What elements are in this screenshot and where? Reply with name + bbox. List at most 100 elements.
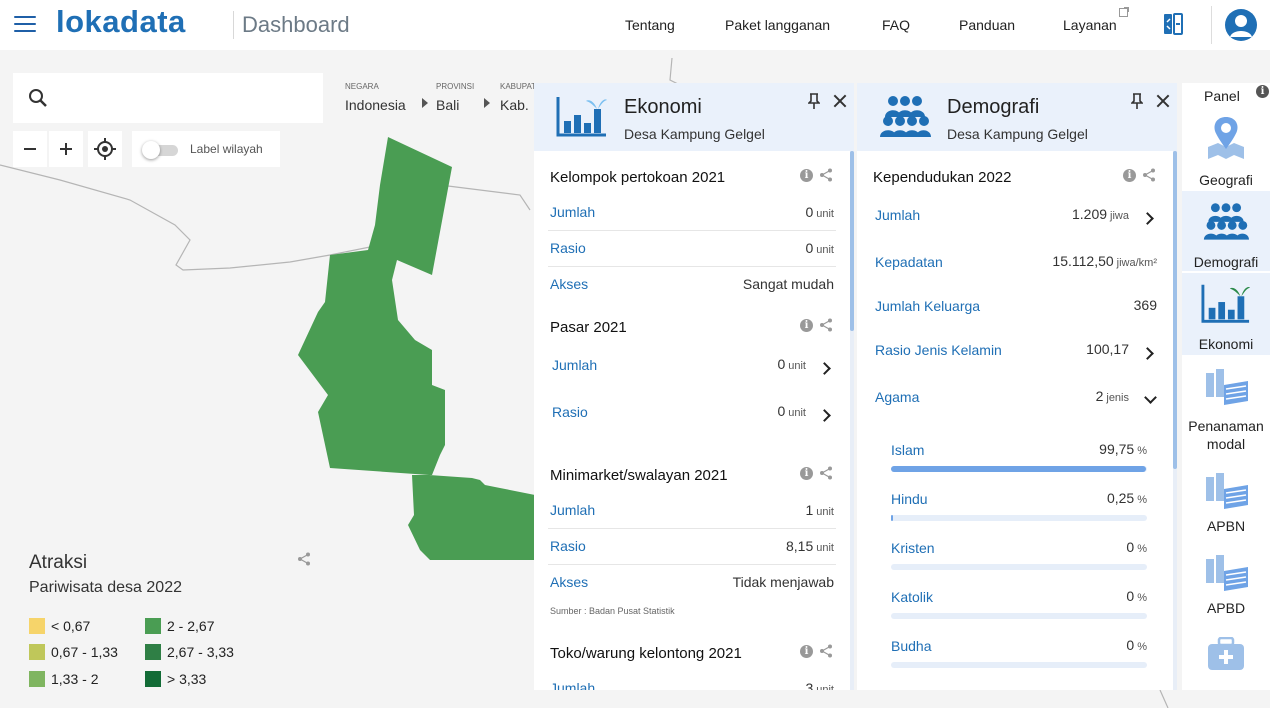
nav-panduan[interactable]: Panduan	[959, 17, 1015, 33]
label-wilayah-toggle[interactable]: Label wilayah	[132, 131, 280, 167]
row-akses[interactable]: Akses	[550, 276, 588, 292]
nav-faq[interactable]: FAQ	[882, 17, 910, 33]
info-icon[interactable]: i	[800, 467, 813, 480]
search-icon	[29, 89, 47, 107]
divider	[548, 266, 836, 267]
panel-header: Demografi Desa Kampung Gelgel	[857, 83, 1177, 151]
rail-item-apbd[interactable]: APBD	[1182, 547, 1270, 623]
rail-item-apbn[interactable]: APBN	[1182, 465, 1270, 539]
legend-swatch	[29, 618, 45, 634]
agama-label: Kristen	[891, 540, 935, 556]
row-value: 0 unit	[777, 403, 806, 419]
row-rasio-jenis-kelamin[interactable]: Rasio Jenis Kelamin	[875, 342, 1002, 358]
nav-paket-langganan[interactable]: Paket langganan	[725, 17, 830, 33]
info-icon[interactable]: i	[1256, 85, 1269, 98]
logo[interactable]: lokadata	[56, 4, 186, 40]
rail-label: Demografi	[1193, 254, 1259, 270]
row-rasio[interactable]: Rasio	[550, 240, 586, 256]
progress-bar	[891, 466, 1147, 472]
rail-item-penanaman-modal[interactable]: Penanaman modal	[1182, 361, 1270, 457]
info-icon[interactable]: i	[800, 319, 813, 332]
crosshair-icon	[94, 138, 116, 160]
share-icon[interactable]	[819, 466, 833, 480]
row-value: 3 unit	[805, 680, 834, 690]
row-value: 15.112,50 jiwa/km²	[1052, 253, 1157, 269]
rail-item-ekonomi[interactable]: Ekonomi	[1182, 273, 1270, 355]
row-jumlah[interactable]: Jumlah	[550, 680, 595, 690]
rail-item-health[interactable]	[1182, 633, 1270, 673]
row-value: 2 jenis	[1095, 388, 1129, 404]
pin-icon[interactable]	[808, 93, 820, 109]
legend-title: Atraksi	[29, 552, 88, 573]
legend-item: < 0,67	[29, 618, 90, 634]
compare-icon[interactable]	[1163, 12, 1183, 36]
info-icon[interactable]: i	[1123, 169, 1136, 182]
progress-bar	[891, 662, 1147, 668]
legend-item: 2 - 2,67	[145, 618, 214, 634]
rail-label: Ekonomi	[1198, 336, 1254, 352]
scrollbar-thumb[interactable]	[1173, 151, 1177, 469]
row-kepadatan[interactable]: Kepadatan	[875, 254, 943, 270]
agama-label: Budha	[891, 638, 932, 654]
row-value: 1 unit	[805, 502, 834, 518]
menu-icon[interactable]	[14, 16, 36, 34]
agama-label: Katolik	[891, 589, 934, 605]
info-icon[interactable]: i	[800, 169, 813, 182]
rail-item-geografi[interactable]: Geografi	[1182, 109, 1270, 189]
row-value: 0 unit	[805, 240, 834, 256]
row-value: Tidak menjawab	[732, 574, 834, 590]
agama-label: Hindu	[891, 491, 928, 507]
info-icon[interactable]: i	[800, 645, 813, 658]
share-icon[interactable]	[297, 552, 311, 566]
zoom-in-button[interactable]	[49, 131, 83, 167]
legend-swatch	[29, 671, 45, 687]
pin-icon[interactable]	[1131, 93, 1143, 109]
breadcrumb-kabupaten[interactable]: KABUPAT Kab. I	[500, 82, 537, 113]
row-rasio[interactable]: Rasio	[552, 404, 588, 420]
share-icon[interactable]	[819, 318, 833, 332]
row-value: 1.209 jiwa	[1072, 206, 1129, 222]
rail-header: Panel i	[1182, 83, 1270, 107]
share-icon[interactable]	[819, 168, 833, 182]
row-jumlah[interactable]: Jumlah	[550, 204, 595, 220]
chevron-right-icon[interactable]	[818, 362, 831, 375]
rail-item-demografi[interactable]: Demografi	[1182, 191, 1270, 271]
region-polygon[interactable]	[298, 137, 535, 560]
progress-bar	[891, 564, 1147, 570]
row-jumlah[interactable]: Jumlah	[875, 207, 920, 223]
section-title: Pasar 2021	[550, 319, 627, 336]
row-jumlah[interactable]: Jumlah	[550, 502, 595, 518]
share-icon[interactable]	[819, 644, 833, 658]
scrollbar[interactable]	[1173, 151, 1177, 690]
scrollbar-thumb[interactable]	[850, 151, 854, 331]
row-rasio[interactable]: Rasio	[550, 538, 586, 554]
minus-icon	[24, 148, 36, 150]
row-akses[interactable]: Akses	[550, 574, 588, 590]
breadcrumb-negara[interactable]: NEGARA Indonesia	[345, 82, 406, 113]
row-jumlah-keluarga[interactable]: Jumlah Keluarga	[875, 298, 980, 314]
close-icon[interactable]	[1156, 94, 1170, 108]
zoom-out-button[interactable]	[13, 131, 47, 167]
row-jumlah[interactable]: Jumlah	[552, 357, 597, 373]
locate-button[interactable]	[88, 131, 122, 167]
chevron-right-icon[interactable]	[1141, 212, 1154, 225]
divider	[233, 11, 234, 39]
economy-chart-icon	[1201, 284, 1251, 323]
legend-swatch	[145, 618, 161, 634]
nav-layanan[interactable]: Layanan	[1063, 17, 1117, 33]
nav-tentang[interactable]: Tentang	[625, 17, 675, 33]
scrollbar[interactable]	[850, 151, 854, 690]
search-input[interactable]	[58, 82, 313, 114]
close-icon[interactable]	[833, 94, 847, 108]
chevron-down-icon[interactable]	[1144, 391, 1157, 404]
divider	[548, 528, 836, 529]
map-legend: Atraksi Pariwisata desa 2022 < 0,67 0,67…	[29, 552, 319, 687]
chevron-right-icon[interactable]	[1141, 347, 1154, 360]
source-note: Sumber : Badan Pusat Statistik	[550, 606, 675, 616]
share-icon[interactable]	[1142, 168, 1156, 182]
row-agama[interactable]: Agama	[875, 389, 919, 405]
chevron-right-icon[interactable]	[818, 409, 831, 422]
user-avatar-icon[interactable]	[1225, 9, 1257, 41]
legend-subtitle: Pariwisata desa 2022	[29, 579, 182, 596]
breadcrumb-provinsi[interactable]: PROVINSI Bali	[436, 82, 474, 113]
